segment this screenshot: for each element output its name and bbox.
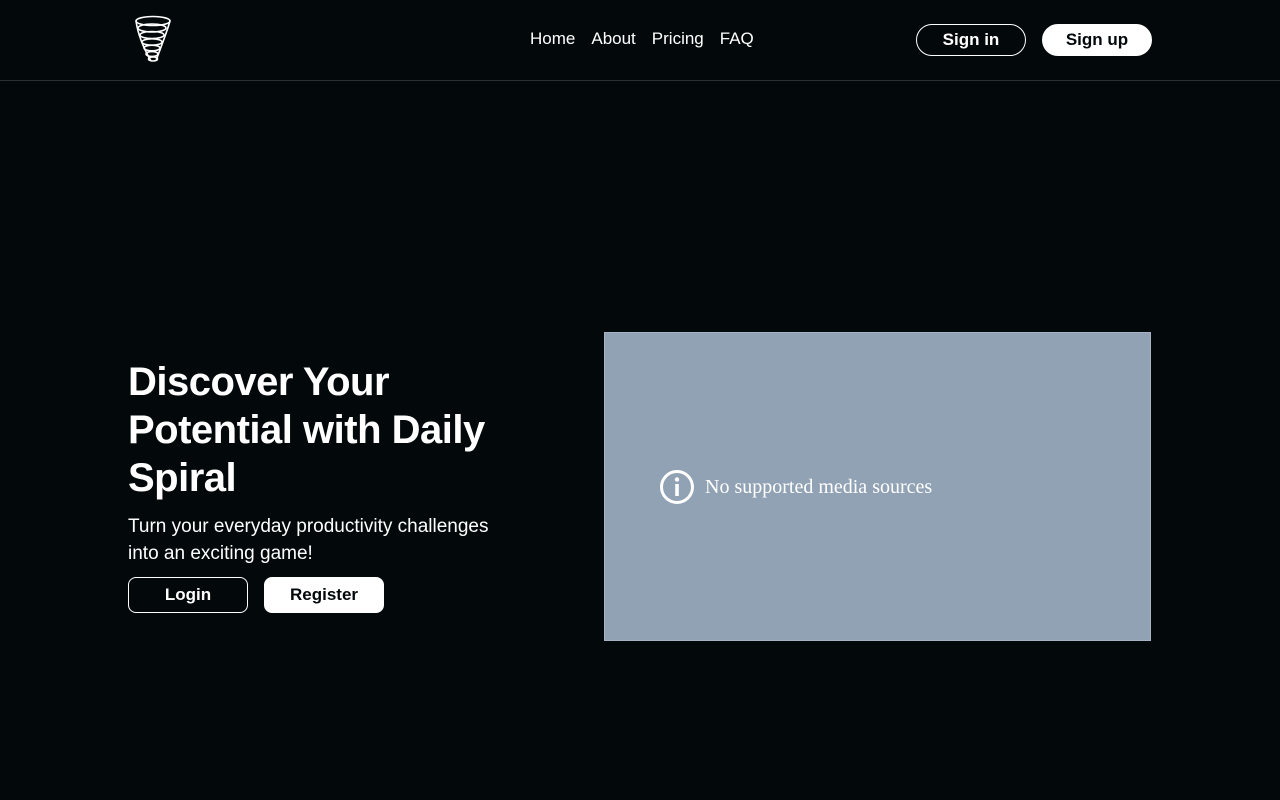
video-player[interactable]: No supported media sources bbox=[604, 332, 1151, 641]
main-nav: Home About Pricing FAQ bbox=[530, 28, 754, 50]
site-header: Home About Pricing FAQ Sign in Sign up bbox=[0, 0, 1280, 81]
login-button[interactable]: Login bbox=[128, 577, 248, 613]
sign-up-button[interactable]: Sign up bbox=[1042, 24, 1152, 56]
hero-title: Discover Your Potential with Daily Spira… bbox=[128, 360, 485, 500]
info-icon bbox=[660, 470, 694, 504]
nav-pricing-link[interactable]: Pricing bbox=[652, 28, 704, 50]
media-error-message: No supported media sources bbox=[659, 469, 932, 505]
sign-in-button[interactable]: Sign in bbox=[916, 24, 1026, 56]
spiral-logo-icon[interactable] bbox=[134, 15, 172, 65]
nav-faq-link[interactable]: FAQ bbox=[720, 28, 754, 50]
hero-subtitle: Turn your everyday productivity challeng… bbox=[128, 516, 489, 564]
media-error-text: No supported media sources bbox=[705, 475, 933, 498]
register-button[interactable]: Register bbox=[264, 577, 384, 613]
nav-about-link[interactable]: About bbox=[591, 28, 635, 50]
nav-home-link[interactable]: Home bbox=[530, 28, 575, 50]
